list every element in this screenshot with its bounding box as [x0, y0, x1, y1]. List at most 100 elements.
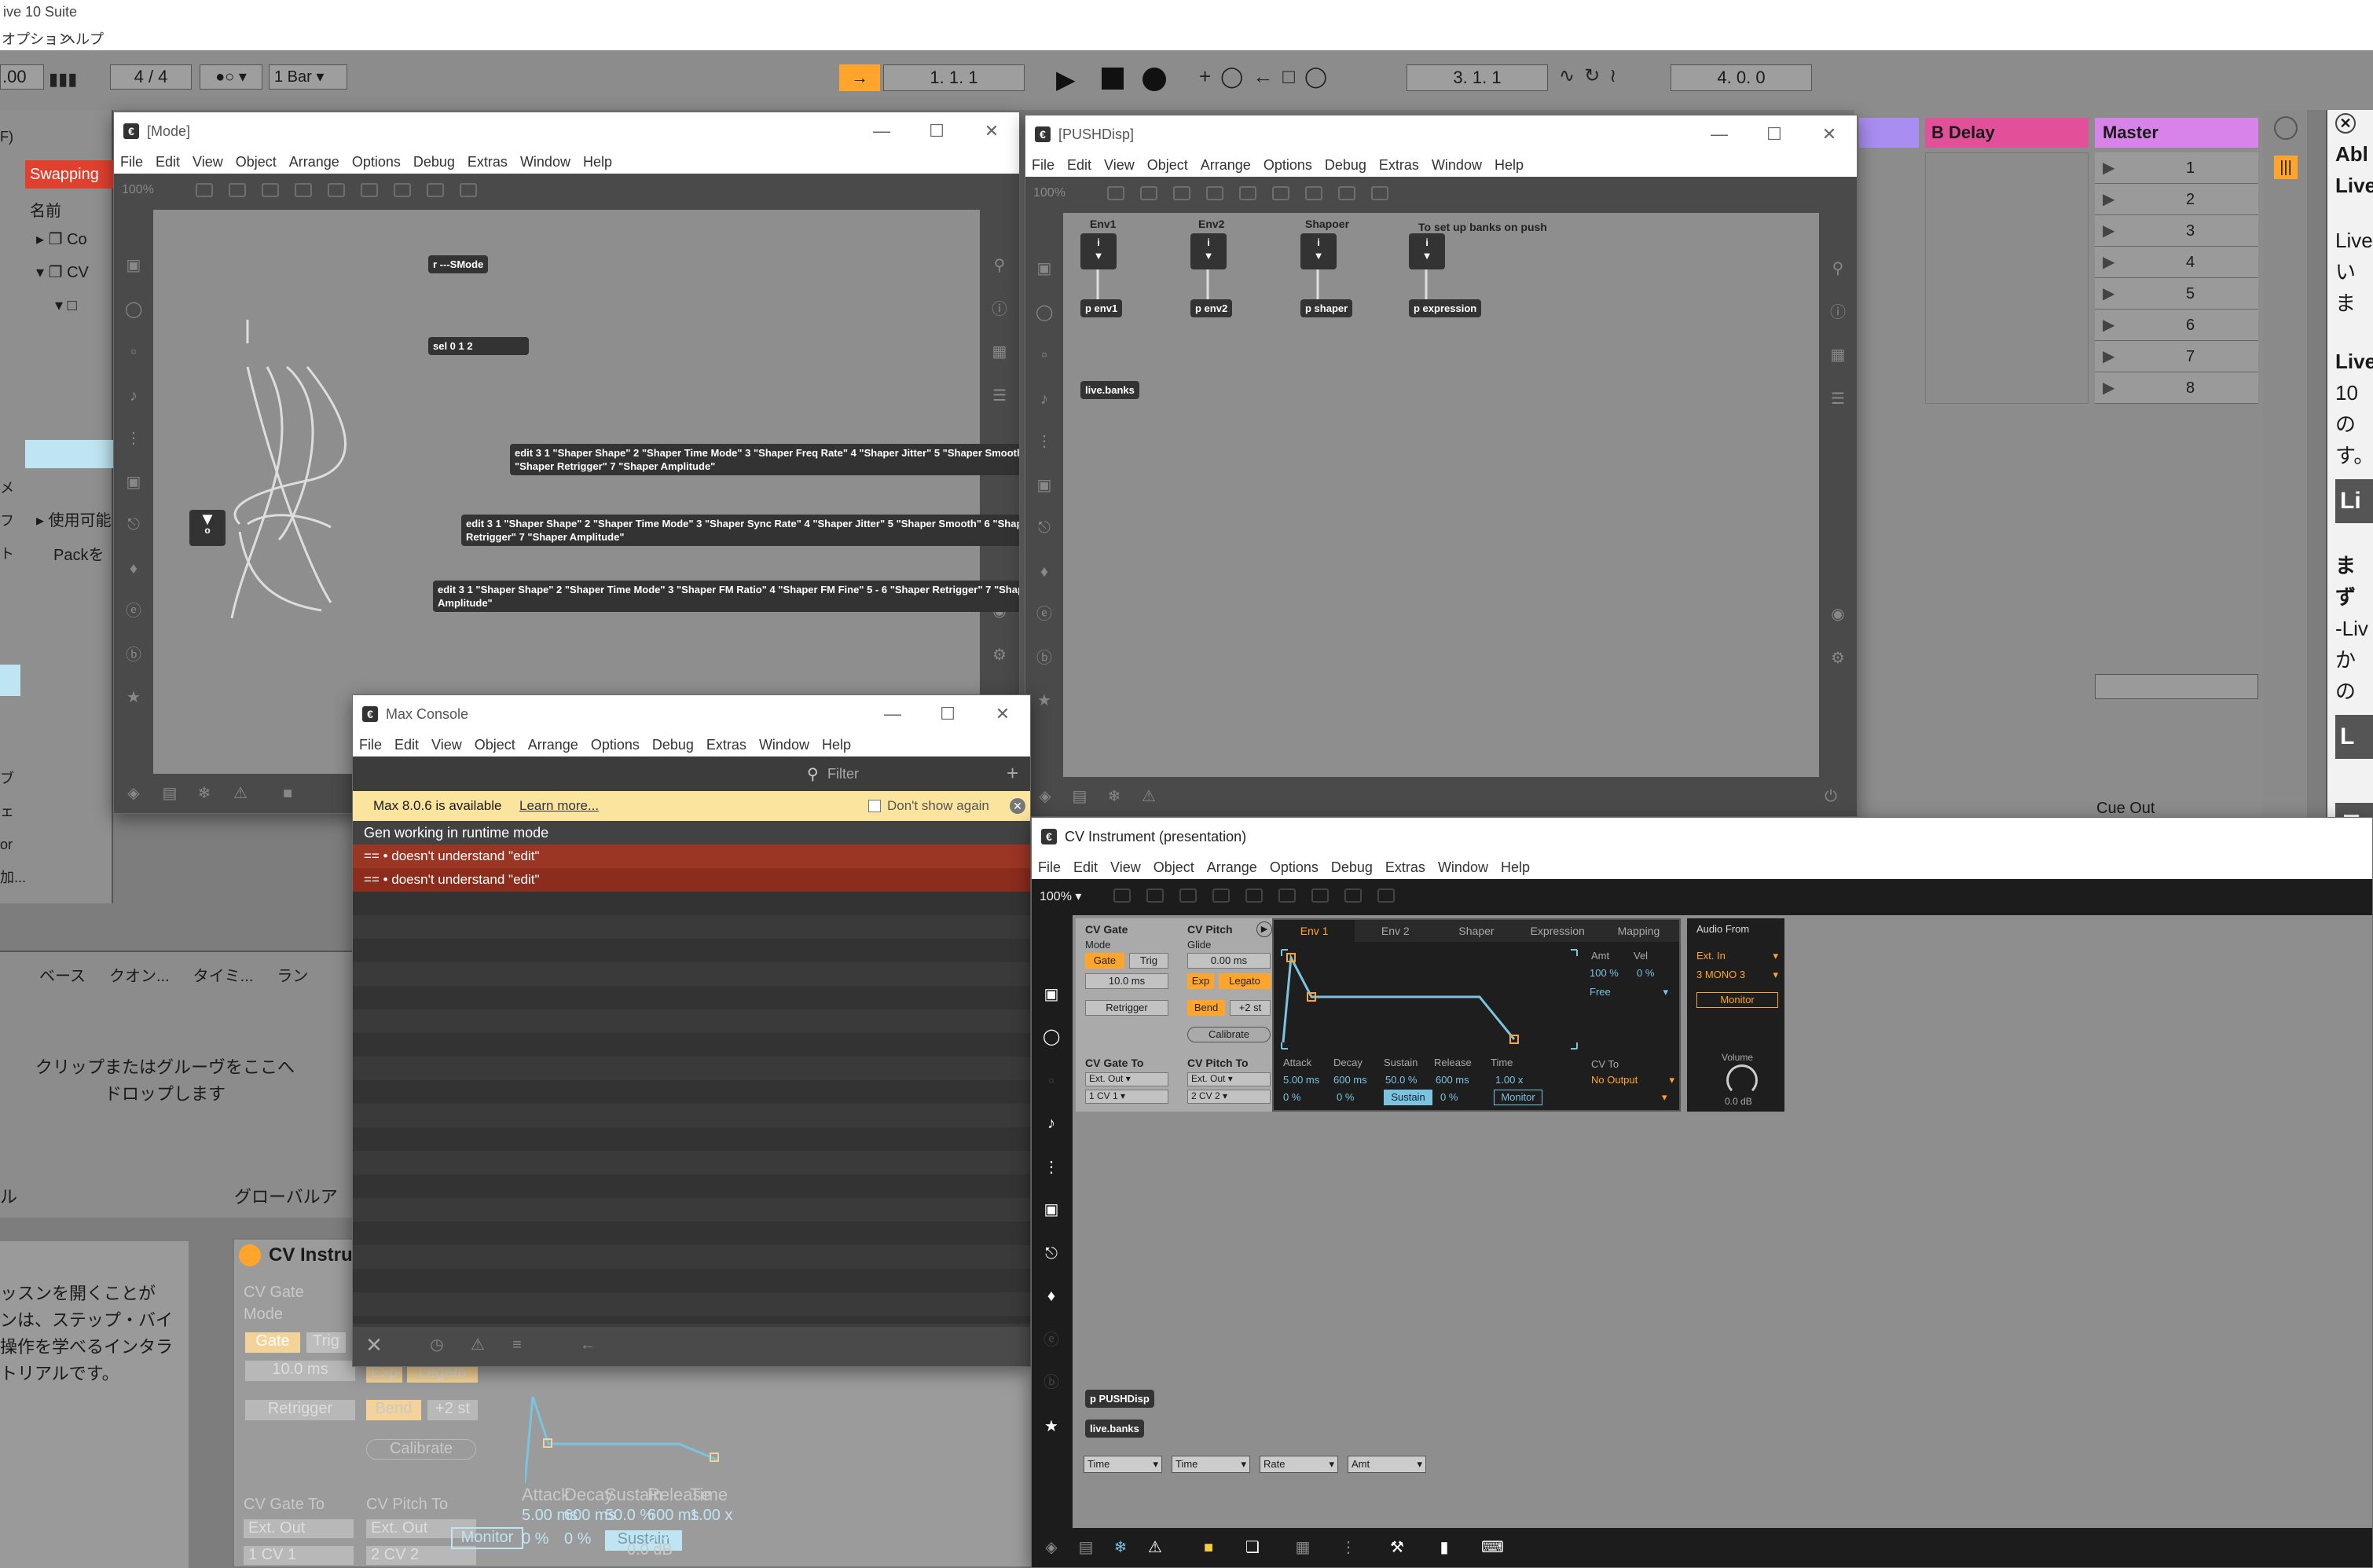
layout-icon[interactable]: ▦: [1829, 346, 1847, 364]
toolbar-icon[interactable]: [1311, 888, 1329, 903]
toolbar-icon[interactable]: [1173, 186, 1190, 200]
mixer-icon[interactable]: ⚙: [991, 647, 1008, 664]
star-icon[interactable]: ★: [125, 689, 142, 706]
toolbar-icon[interactable]: [361, 183, 378, 197]
monitor-toggle[interactable]: Monitor: [1494, 1090, 1542, 1105]
note-icon[interactable]: ♪: [1043, 1115, 1060, 1132]
toolbar-icons[interactable]: [1107, 186, 1404, 205]
toolbar-icon[interactable]: [295, 183, 312, 197]
step-icon[interactable]: ⋮: [125, 430, 142, 447]
minimize-icon[interactable]: —: [1692, 115, 1747, 153]
live-banks-object[interactable]: live.banks: [1080, 381, 1139, 399]
close-icon[interactable]: ✕: [964, 112, 1019, 150]
scene-play-icon[interactable]: ▶: [2103, 152, 2114, 184]
dev-gate-button[interactable]: Gate: [245, 1332, 300, 1353]
plug-icon[interactable]: ♦: [1036, 563, 1053, 581]
lock-icon[interactable]: ◈: [1036, 788, 1054, 805]
cube-icon[interactable]: ▣: [125, 257, 142, 274]
menu-help[interactable]: Help: [1501, 859, 1530, 876]
push-patcher-canvas[interactable]: Env1 Env2 Shapoer To set up banks on pus…: [1063, 213, 1819, 779]
scene-launch-row[interactable]: ▶ 6: [2095, 310, 2258, 341]
learn-more-link[interactable]: Learn more...: [519, 791, 599, 821]
dev-monitor[interactable]: Monitor: [451, 1527, 523, 1549]
p-env2-object[interactable]: p env2: [1190, 299, 1233, 317]
toolbar-icon[interactable]: [262, 183, 279, 197]
clip-icon[interactable]: ⎋: [1036, 519, 1053, 537]
console-error-line[interactable]: == • doesn't understand "edit": [353, 868, 1030, 892]
plus2-button[interactable]: +2 st: [1230, 1000, 1271, 1016]
toolbar-icon[interactable]: [328, 183, 345, 197]
release-value[interactable]: 600 ms: [1436, 1074, 1469, 1086]
browser-row[interactable]: ▾ ❐ CV: [36, 262, 89, 282]
mode-patcher-canvas[interactable]: r ---SMode sel 0 1 2 edit 3 1 "Shaper Sh…: [153, 210, 1019, 775]
plug-icon[interactable]: ♦: [125, 560, 142, 577]
mixer-icon[interactable]: ⚙: [1829, 650, 1847, 667]
dev-pct-2[interactable]: 0 %: [564, 1530, 591, 1548]
b-icon[interactable]: ⓑ: [1036, 650, 1053, 667]
lock-icon[interactable]: ◈: [1043, 1539, 1060, 1556]
sel-object[interactable]: sel 0 1 2: [428, 337, 529, 355]
close-icon[interactable]: ✕: [975, 695, 1030, 733]
info-icon[interactable]: ⓘ: [1829, 304, 1847, 321]
live-banks-object[interactable]: live.banks: [1085, 1420, 1144, 1438]
image-icon[interactable]: ▣: [1043, 1201, 1060, 1218]
toolbar-icon[interactable]: [229, 183, 246, 197]
maximize-icon[interactable]: ☐: [920, 695, 975, 733]
scene-launch-row[interactable]: ▶ 5: [2095, 278, 2258, 310]
pitch-cv2[interactable]: 2 CV 2 ▾: [1187, 1090, 1271, 1104]
search-icon[interactable]: ⚲: [1829, 260, 1847, 277]
list-icon[interactable]: ☰: [1829, 390, 1847, 408]
play-button[interactable]: ▶: [1056, 64, 1076, 94]
device-power[interactable]: [239, 1244, 261, 1266]
menu-extras[interactable]: Extras: [468, 154, 508, 170]
console-line[interactable]: Gen working in runtime mode: [353, 821, 1030, 844]
toolbar-icon[interactable]: [460, 183, 477, 197]
v-icon[interactable]: ⓔ: [125, 603, 142, 620]
help-button[interactable]: Li: [2335, 479, 2373, 523]
info-icon[interactable]: ⓘ: [991, 301, 1008, 318]
maximize-icon[interactable]: ☐: [909, 112, 964, 150]
menu-options[interactable]: Options: [591, 737, 640, 753]
object-icon[interactable]: ▫: [125, 343, 142, 361]
power-icon[interactable]: ⏻: [1822, 788, 1839, 805]
help-button[interactable]: ス: [2335, 803, 2373, 817]
zoom-label[interactable]: 100%: [122, 183, 154, 197]
b-icon[interactable]: ⓑ: [1043, 1374, 1060, 1391]
clip-icon[interactable]: ⎋: [125, 516, 142, 533]
p-env1-object[interactable]: p env1: [1080, 299, 1123, 317]
dev-bend[interactable]: Bend: [366, 1400, 421, 1420]
amt-value[interactable]: 100 %: [1590, 967, 1619, 979]
menu-debug[interactable]: Debug: [652, 737, 694, 753]
time-value[interactable]: 1.00 x: [1495, 1074, 1523, 1086]
xfade-toggle[interactable]: |||: [2274, 156, 2298, 179]
toolbar-icon[interactable]: [427, 183, 444, 197]
tab-expression[interactable]: Expression: [1517, 920, 1598, 942]
search-icon[interactable]: ⚲: [991, 257, 1008, 274]
menu-window[interactable]: Window: [1438, 859, 1488, 876]
tab-shaper[interactable]: Shaper: [1436, 920, 1517, 942]
menu-object[interactable]: Object: [236, 154, 277, 170]
dont-show-checkbox[interactable]: [868, 800, 881, 812]
bend-button[interactable]: Bend: [1187, 1000, 1225, 1016]
decay-value[interactable]: 600 ms: [1333, 1074, 1367, 1086]
toolbar-icon[interactable]: [1140, 186, 1157, 200]
lock-icon[interactable]: ◈: [125, 785, 142, 802]
toolbar-icon[interactable]: [1239, 186, 1256, 200]
menu-object[interactable]: Object: [475, 737, 515, 753]
scene-launch-row[interactable]: ▶ 2: [2095, 184, 2258, 215]
menu-window[interactable]: Window: [759, 737, 809, 753]
dev-plus2[interactable]: +2 st: [427, 1400, 478, 1420]
warning-icon[interactable]: ⚠: [469, 1336, 486, 1354]
console-error-line[interactable]: == • doesn't understand "edit": [353, 844, 1030, 868]
arrangement-position[interactable]: 1. 1. 1: [883, 64, 1025, 91]
presentation-icon[interactable]: ▤: [1077, 1539, 1095, 1556]
scene-play-icon[interactable]: ▶: [2103, 247, 2114, 278]
scene-launch-row[interactable]: ▶ 8: [2095, 372, 2258, 404]
sustain-toggle[interactable]: Sustain: [1384, 1090, 1432, 1105]
toolbar-icon[interactable]: [1206, 186, 1223, 200]
scene-launch-row[interactable]: ▶ 7: [2095, 341, 2258, 372]
menu-arrange[interactable]: Arrange: [289, 154, 339, 170]
toolbar-icon[interactable]: [1305, 186, 1322, 200]
scene-launch-row[interactable]: ▶ 1: [2095, 152, 2258, 184]
layers-icon[interactable]: ❏: [1244, 1539, 1261, 1556]
